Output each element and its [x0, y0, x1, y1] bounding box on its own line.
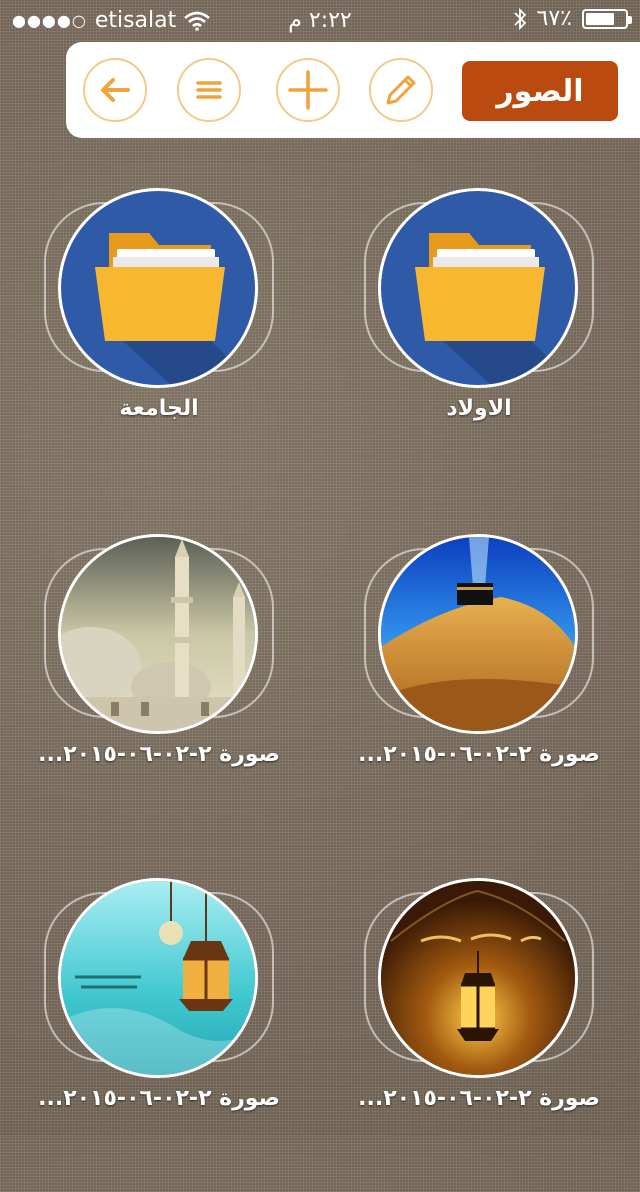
status-right: ٦٧٪ [513, 6, 632, 31]
edit-icon [386, 75, 416, 105]
kaaba-desert-image [381, 537, 575, 731]
page-title-button[interactable]: الصور [462, 61, 618, 121]
toolbar: الصور [66, 42, 640, 138]
back-button[interactable] [83, 58, 147, 122]
battery-icon [582, 8, 632, 29]
mosque-image [61, 537, 255, 731]
photo-thumbnail [58, 534, 258, 734]
ramadan-lantern-gold-image [381, 881, 575, 1075]
item-label: صورة ٢-٠٢-٠٦-٢٠١٥... [358, 742, 600, 767]
grid-item-photo-4[interactable]: صورة ٢-٠٢-٠٦-٢٠١٥... [38, 878, 280, 1192]
grid-item-photo-3[interactable]: صورة ٢-٠٢-٠٦-٢٠١٥... [358, 878, 600, 1192]
photo-thumbnail [378, 878, 578, 1078]
status-bar: ●●●●○ etisalat ٢:٢٢ م ٦٧٪ [0, 0, 640, 40]
item-label: صورة ٢-٠٢-٠٦-٢٠١٥... [38, 1086, 280, 1111]
menu-button[interactable] [177, 58, 241, 122]
photo-thumbnail [58, 878, 258, 1078]
item-label: الجامعة [119, 396, 199, 421]
grid-item-folder-1[interactable]: الاولاد [364, 188, 594, 502]
item-label: صورة ٢-٠٢-٠٦-٢٠١٥... [358, 1086, 600, 1111]
folder-thumbnail [58, 188, 258, 388]
folder-thumbnail [378, 188, 578, 388]
ramadan-lantern-teal-image [61, 881, 255, 1075]
back-arrow-icon [101, 78, 130, 102]
bluetooth-icon [513, 7, 526, 30]
item-label: الاولاد [446, 396, 512, 421]
menu-icon [196, 81, 222, 99]
item-label: صورة ٢-٠٢-٠٦-٢٠١٥... [38, 742, 280, 767]
grid-item-photo-1[interactable]: صورة ٢-٠٢-٠٦-٢٠١٥... [358, 534, 600, 848]
grid-item-folder-2[interactable]: الجامعة [44, 188, 274, 502]
battery-percent: ٦٧٪ [536, 6, 572, 31]
edit-button[interactable] [369, 58, 433, 122]
folder-icon [95, 233, 255, 385]
folder-icon [415, 233, 575, 385]
add-button[interactable] [276, 58, 340, 122]
grid-item-photo-2[interactable]: صورة ٢-٠٢-٠٦-٢٠١٥... [38, 534, 280, 848]
add-icon [288, 70, 328, 110]
photo-thumbnail [378, 534, 578, 734]
